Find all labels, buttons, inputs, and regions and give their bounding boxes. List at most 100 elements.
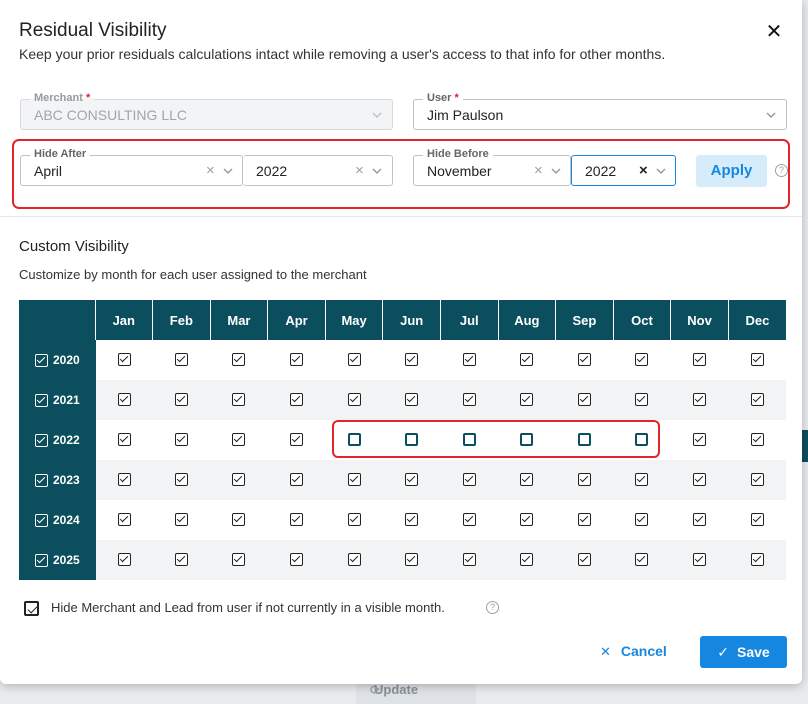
year-toggle-2021[interactable]: 2021: [19, 380, 96, 420]
year-checkbox[interactable]: [35, 433, 48, 447]
month-checkbox-checked[interactable]: [635, 393, 649, 407]
month-checkbox-checked[interactable]: [577, 353, 591, 367]
month-checkbox-checked[interactable]: [232, 353, 246, 367]
year-checkbox[interactable]: [35, 393, 48, 407]
year-checkbox[interactable]: [35, 473, 48, 487]
month-checkbox-checked[interactable]: [347, 553, 361, 567]
month-checkbox-checked[interactable]: [174, 473, 188, 487]
month-checkbox-checked[interactable]: [117, 433, 131, 447]
user-select[interactable]: User * Jim Paulson: [413, 91, 787, 130]
month-checkbox-checked[interactable]: [462, 353, 476, 367]
clear-icon[interactable]: ×: [355, 163, 364, 179]
month-checkbox-checked[interactable]: [693, 473, 707, 487]
month-checkbox-checked[interactable]: [174, 393, 188, 407]
cancel-button[interactable]: ✕ Cancel: [600, 643, 667, 660]
month-checkbox-checked[interactable]: [462, 473, 476, 487]
month-header-aug[interactable]: Aug: [498, 300, 557, 340]
month-header-jun[interactable]: Jun: [382, 300, 441, 340]
month-checkbox-checked[interactable]: [693, 553, 707, 567]
month-header-feb[interactable]: Feb: [152, 300, 211, 340]
checkbox-checked-icon[interactable]: [24, 601, 39, 617]
month-checkbox-checked[interactable]: [693, 513, 707, 527]
month-checkbox-checked[interactable]: [750, 553, 764, 567]
month-header-oct[interactable]: Oct: [613, 300, 672, 340]
month-checkbox-checked[interactable]: [577, 513, 591, 527]
month-header-apr[interactable]: Apr: [267, 300, 326, 340]
month-checkbox-checked[interactable]: [520, 393, 534, 407]
year-toggle-2025[interactable]: 2025: [19, 540, 96, 580]
save-button[interactable]: ✓ Save: [700, 636, 787, 668]
month-checkbox-checked[interactable]: [174, 553, 188, 567]
month-checkbox-checked[interactable]: [290, 553, 304, 567]
month-checkbox-checked[interactable]: [520, 513, 534, 527]
month-checkbox-checked[interactable]: [635, 353, 649, 367]
year-checkbox[interactable]: [35, 513, 48, 527]
month-checkbox-checked[interactable]: [232, 553, 246, 567]
month-checkbox-checked[interactable]: [693, 393, 707, 407]
month-checkbox-checked[interactable]: [232, 513, 246, 527]
month-checkbox-checked[interactable]: [117, 513, 131, 527]
month-checkbox-checked[interactable]: [232, 433, 246, 447]
year-toggle-2023[interactable]: 2023: [19, 460, 96, 500]
month-checkbox-checked[interactable]: [520, 473, 534, 487]
month-checkbox-checked[interactable]: [693, 433, 707, 447]
month-header-jul[interactable]: Jul: [440, 300, 499, 340]
month-checkbox-checked[interactable]: [750, 513, 764, 527]
month-checkbox-checked[interactable]: [693, 353, 707, 367]
month-checkbox-checked[interactable]: [232, 473, 246, 487]
month-checkbox-checked[interactable]: [635, 513, 649, 527]
chevron-down-icon[interactable]: [551, 166, 561, 176]
year-toggle-2024[interactable]: 2024: [19, 500, 96, 540]
month-checkbox-checked[interactable]: [290, 353, 304, 367]
year-toggle-2020[interactable]: 2020: [19, 340, 96, 380]
month-checkbox-checked[interactable]: [347, 393, 361, 407]
month-checkbox-checked[interactable]: [750, 433, 764, 447]
month-checkbox-checked[interactable]: [232, 393, 246, 407]
hide-merchant-checkbox[interactable]: [24, 600, 39, 618]
month-checkbox-checked[interactable]: [635, 553, 649, 567]
help-icon[interactable]: ?: [775, 164, 788, 177]
month-checkbox-checked[interactable]: [290, 473, 304, 487]
month-checkbox-checked[interactable]: [750, 353, 764, 367]
clear-icon[interactable]: ×: [534, 163, 543, 179]
month-header-dec[interactable]: Dec: [728, 300, 786, 340]
month-checkbox-checked[interactable]: [117, 553, 131, 567]
hide-after-year-select[interactable]: 2022 ×: [243, 155, 393, 186]
month-checkbox-checked[interactable]: [174, 513, 188, 527]
clear-icon[interactable]: ×: [206, 163, 215, 179]
month-checkbox-checked[interactable]: [290, 433, 304, 447]
month-checkbox-checked[interactable]: [462, 553, 476, 567]
month-checkbox-checked[interactable]: [174, 353, 188, 367]
month-checkbox-checked[interactable]: [520, 553, 534, 567]
month-checkbox-checked[interactable]: [290, 513, 304, 527]
hide-before-month-select[interactable]: Hide Before November ×: [413, 147, 571, 186]
month-checkbox-checked[interactable]: [635, 473, 649, 487]
month-checkbox-checked[interactable]: [405, 393, 419, 407]
month-checkbox-checked[interactable]: [347, 353, 361, 367]
month-checkbox-checked[interactable]: [290, 393, 304, 407]
chevron-down-icon[interactable]: [223, 166, 233, 176]
month-header-sep[interactable]: Sep: [555, 300, 614, 340]
month-header-nov[interactable]: Nov: [670, 300, 729, 340]
year-toggle-2022[interactable]: 2022: [19, 420, 96, 460]
month-checkbox-checked[interactable]: [750, 473, 764, 487]
year-checkbox[interactable]: [35, 553, 48, 567]
month-checkbox-checked[interactable]: [462, 513, 476, 527]
chevron-down-icon[interactable]: [656, 166, 666, 176]
month-checkbox-checked[interactable]: [520, 353, 534, 367]
month-checkbox-checked[interactable]: [347, 513, 361, 527]
month-checkbox-checked[interactable]: [405, 353, 419, 367]
close-icon[interactable]: ✕: [764, 22, 784, 42]
clear-icon[interactable]: ×: [639, 163, 648, 179]
month-checkbox-checked[interactable]: [117, 393, 131, 407]
chevron-down-icon[interactable]: [372, 166, 382, 176]
month-checkbox-checked[interactable]: [405, 473, 419, 487]
month-checkbox-checked[interactable]: [405, 553, 419, 567]
month-checkbox-checked[interactable]: [117, 353, 131, 367]
month-header-mar[interactable]: Mar: [210, 300, 269, 340]
month-checkbox-checked[interactable]: [577, 553, 591, 567]
month-checkbox-checked[interactable]: [117, 473, 131, 487]
month-checkbox-checked[interactable]: [347, 473, 361, 487]
month-checkbox-checked[interactable]: [462, 393, 476, 407]
month-checkbox-checked[interactable]: [750, 393, 764, 407]
